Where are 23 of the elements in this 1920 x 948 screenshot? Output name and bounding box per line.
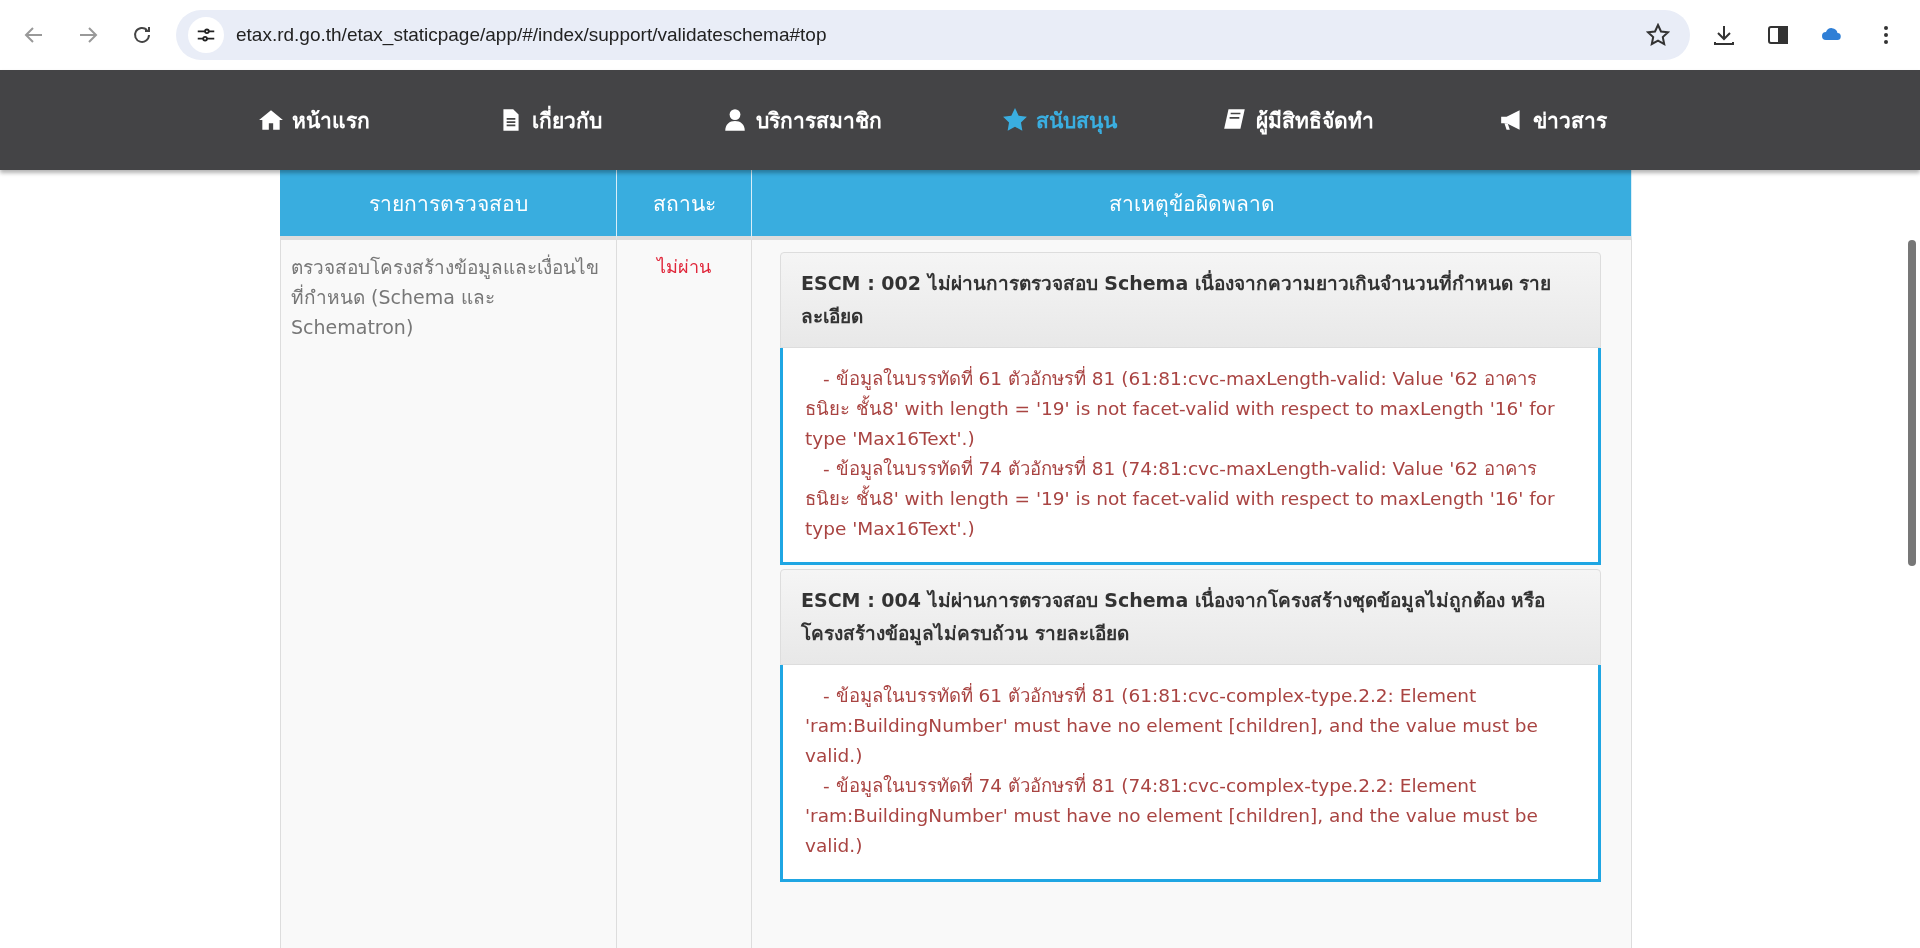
error-detail-text: - ข้อมูลในบรรทัดที่ 61 ตัวอักษรที่ 81 (61:81:cvc-complex-type.2.2: Element 'ram:BuildingNumber' must have no element [children], and the value must be valid.) [805, 682, 1539, 768]
error-detail-text: - ข้อมูลในบรรทัดที่ 74 ตัวอักษรที่ 81 (74:81:cvc-maxLength-valid: Value '62 อาคาร ธนิยะ ชั้น8' with length = '19' is not facet-valid with respect to maxLength '16' for type 'Max16Text'.) [805, 455, 1556, 541]
url-text: etax.rd.go.th/etax_staticpage/app/#/index/support/validateschema#top [236, 24, 828, 46]
star-icon [1002, 107, 1028, 133]
nav-tab[interactable]: เกี่ยวกับ [498, 103, 602, 137]
nav-tab[interactable]: สนับสนุน [1002, 103, 1117, 137]
nav-tab[interactable]: ผู้มีสิทธิจัดทำ [1222, 103, 1374, 137]
nav-tab[interactable]: หน้าแรก [258, 103, 370, 137]
user-icon [722, 107, 748, 133]
nav-tab[interactable]: บริการสมาชิก [722, 103, 882, 137]
error-detail-text: - ข้อมูลในบรรทัดที่ 61 ตัวอักษรที่ 81 (61:81:cvc-maxLength-valid: Value '62 อาคาร ธนิยะ ชั้น8' with length = '19' is not facet-valid with respect to maxLength '16' for type 'Max16Text'.) [805, 365, 1556, 451]
nav-tab[interactable]: ข่าวสาร [1499, 103, 1607, 137]
scrollbar-thumb[interactable] [1908, 240, 1916, 566]
error-heading: ESCM : 002 ไม่ผ่านการตรวจสอบ Schema เนื่องจากความยาวเกินจำนวนที่กำหนด รายละเอียด [780, 252, 1601, 348]
error-detail-text: - ข้อมูลในบรรทัดที่ 74 ตัวอักษรที่ 81 (74:81:cvc-complex-type.2.2: Element 'ram:BuildingNumber' must have no element [children], and the value must be valid.) [805, 772, 1539, 858]
column-header: รายการตรวจสอบ [280, 170, 617, 240]
address-bar[interactable]: etax.rd.go.th/etax_staticpage/app/#/index/support/validateschema#top [176, 10, 1690, 60]
column-header: สาเหตุข้อผิดพลาด [752, 170, 1632, 240]
site-settings-icon[interactable] [188, 17, 224, 53]
error-heading: ESCM : 004 ไม่ผ่านการตรวจสอบ Schema เนื่องจากโครงสร้างชุดข้อมูลไม่ถูกต้อง หรือโครงสร้างข้อมูลไม่ครบถ้วน รายละเอียด [780, 569, 1601, 665]
status-text: ไม่ผ่าน [657, 256, 711, 277]
column-header: สถานะ [617, 170, 752, 240]
check-item-text: ตรวจสอบโครงสร้างข้อมูลและเงื่อนไขที่กำหนด (Schema และ Schematron) [291, 253, 600, 340]
